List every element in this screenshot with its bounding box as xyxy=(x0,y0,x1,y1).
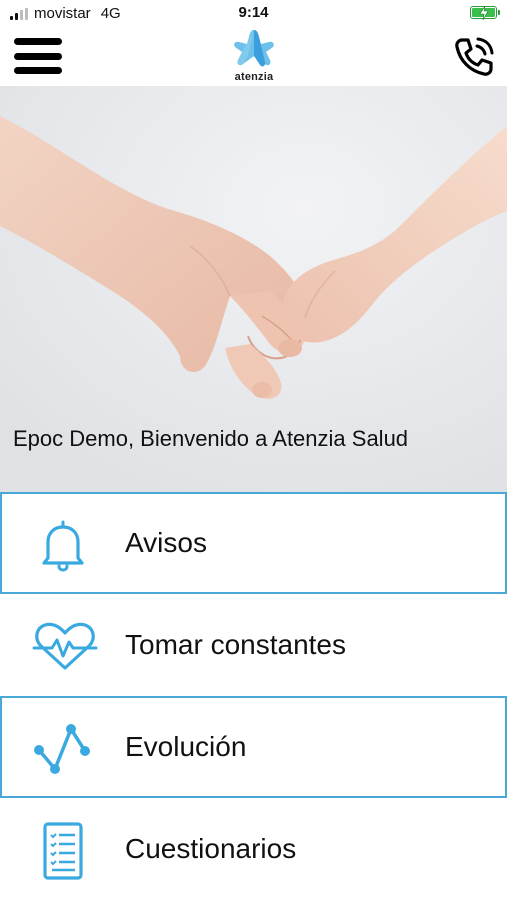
menu-item-label: Tomar constantes xyxy=(125,629,346,660)
welcome-message: Epoc Demo, Bienvenido a Atenzia Salud xyxy=(13,426,409,451)
menu-item-cuestionarios[interactable]: Cuestionarios xyxy=(0,798,507,900)
line-chart-icon xyxy=(32,722,94,776)
atenzia-logo: atenzia xyxy=(228,28,280,84)
app-header: atenzia xyxy=(0,26,507,86)
checklist-icon xyxy=(32,822,94,880)
status-time: 9:14 xyxy=(238,4,269,21)
logo-text: atenzia xyxy=(234,71,274,83)
phone-call-icon[interactable] xyxy=(451,34,497,80)
heart-pulse-icon xyxy=(32,620,98,674)
bell-icon xyxy=(32,518,94,572)
atenzia-star-icon xyxy=(234,30,274,67)
status-bar: movistar 4G 9:14 xyxy=(0,0,507,26)
menu-item-label: Evolución xyxy=(125,731,247,762)
menu-item-label: Avisos xyxy=(125,527,207,558)
battery-icon xyxy=(470,6,500,20)
menu-item-evolucion[interactable]: Evolución xyxy=(0,696,507,798)
menu-item-tomar-constantes[interactable]: Tomar constantes xyxy=(0,594,507,696)
hamburger-menu-icon[interactable] xyxy=(14,36,62,76)
main-menu: Avisos Tomar constantes Evolución Cuesti… xyxy=(0,492,507,900)
menu-item-label: Cuestionarios xyxy=(125,833,297,864)
hero-banner: Epoc Demo, Bienvenido a Atenzia Salud xyxy=(0,86,507,492)
menu-item-avisos[interactable]: Avisos xyxy=(0,492,507,594)
